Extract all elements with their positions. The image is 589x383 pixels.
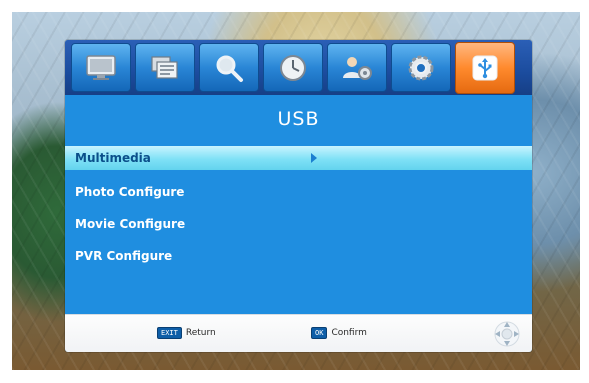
user-gear-icon — [343, 56, 372, 80]
tab-usb[interactable] — [455, 41, 515, 94]
menu-item-label: Multimedia — [75, 151, 151, 165]
confirm-label: Confirm — [331, 328, 367, 338]
return-hint[interactable]: EXIT Return — [157, 327, 216, 339]
submenu-arrow-icon — [311, 153, 317, 163]
return-label: Return — [185, 328, 216, 338]
footer-hint-bar: EXIT Return OK Confirm — [65, 314, 532, 352]
menu-item-pvr-configure[interactable]: PVR Configure — [65, 240, 532, 272]
tab-picture[interactable] — [71, 43, 131, 92]
osd-menu-panel: USB Multimedia Photo Configure Movie Con… — [65, 40, 532, 352]
navigation-arrows-icon — [494, 321, 520, 347]
tab-search[interactable] — [199, 43, 259, 92]
clock-icon — [280, 54, 306, 81]
magnifier-icon — [216, 55, 243, 82]
exit-key-icon: EXIT — [157, 327, 182, 339]
menu-item-photo-configure[interactable]: Photo Configure — [65, 176, 532, 208]
menu-item-label: Photo Configure — [75, 185, 185, 199]
menu-item-label: PVR Configure — [75, 249, 173, 263]
menu-item-label: Movie Configure — [75, 217, 186, 231]
channel-list-icon — [151, 55, 178, 79]
menu-title: USB — [277, 108, 320, 130]
menu-tab-bar — [65, 40, 532, 95]
monitor-icon — [86, 54, 116, 80]
tab-system[interactable] — [391, 43, 451, 92]
usb-icon — [472, 55, 498, 80]
menu-item-multimedia[interactable]: Multimedia — [65, 146, 532, 170]
tab-channel[interactable] — [135, 43, 195, 92]
menu-item-movie-configure[interactable]: Movie Configure — [65, 208, 532, 240]
confirm-hint[interactable]: OK Confirm — [311, 327, 367, 339]
ok-key-icon: OK — [311, 327, 328, 339]
gear-icon — [408, 55, 434, 80]
menu-list: Multimedia Photo Configure Movie Configu… — [65, 144, 532, 272]
tab-option[interactable] — [327, 43, 387, 92]
tab-time[interactable] — [263, 43, 323, 92]
